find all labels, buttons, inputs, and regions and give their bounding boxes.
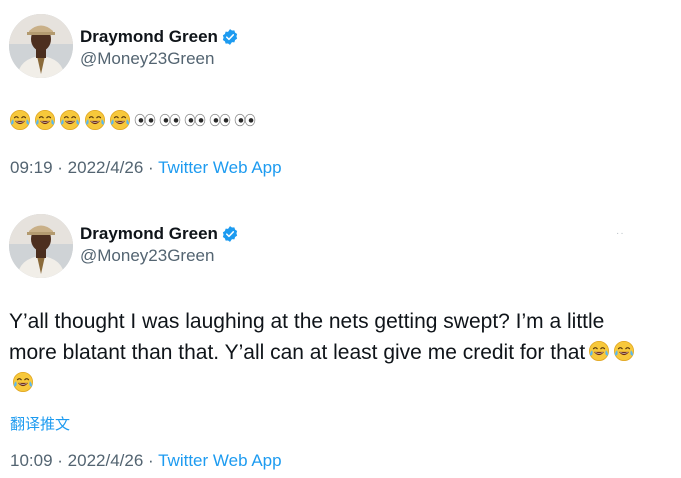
meta-separator: ·: [52, 451, 68, 470]
tweet-text: Y’all thought I was laughing at the nets…: [9, 306, 649, 399]
face-with-tears-of-joy-icon: [9, 109, 31, 131]
meta-separator: ·: [52, 158, 68, 177]
verified-badge-icon: [221, 28, 239, 46]
eyes-icon: [159, 113, 181, 127]
tweet-time[interactable]: 10:09: [10, 451, 53, 470]
face-with-tears-of-joy-icon: [84, 109, 106, 131]
face-with-tears-of-joy-icon: [12, 371, 34, 393]
display-name[interactable]: Draymond Green: [80, 27, 218, 47]
tweet-date[interactable]: 2022/4/26: [68, 451, 144, 470]
face-with-tears-of-joy-icon: [34, 109, 56, 131]
meta-separator: ·: [143, 451, 159, 470]
face-with-tears-of-joy-icon: [59, 109, 81, 131]
face-with-tears-of-joy-icon: [613, 340, 635, 362]
tweet-text-body: Y’all thought I was laughing at the nets…: [9, 310, 605, 364]
avatar[interactable]: [9, 214, 73, 278]
tweet-emoji-content: [9, 109, 259, 131]
verified-badge-icon: [221, 225, 239, 243]
tweet-time[interactable]: 09:19: [10, 158, 53, 177]
display-name[interactable]: Draymond Green: [80, 224, 218, 244]
tweet-meta: 09:19 · 2022/4/26 · Twitter Web App: [10, 158, 282, 178]
author-handle[interactable]: @Money23Green: [80, 246, 214, 266]
tweet-date[interactable]: 2022/4/26: [68, 158, 144, 177]
author-name-row[interactable]: Draymond Green: [80, 27, 239, 47]
avatar[interactable]: [9, 14, 73, 78]
author-handle[interactable]: @Money23Green: [80, 49, 214, 69]
source-app-link[interactable]: Twitter Web App: [158, 451, 281, 470]
face-with-tears-of-joy-icon: [588, 340, 610, 362]
more-options-icon[interactable]: ··: [616, 228, 625, 239]
tweet-meta: 10:09 · 2022/4/26 · Twitter Web App: [10, 451, 282, 471]
eyes-icon: [209, 113, 231, 127]
meta-separator: ·: [143, 158, 159, 177]
face-with-tears-of-joy-icon: [109, 109, 131, 131]
source-app-link[interactable]: Twitter Web App: [158, 158, 281, 177]
eyes-icon: [134, 113, 156, 127]
translate-tweet-link[interactable]: 翻译推文: [10, 413, 70, 434]
author-name-row[interactable]: Draymond Green: [80, 224, 239, 244]
eyes-icon: [234, 113, 256, 127]
eyes-icon: [184, 113, 206, 127]
